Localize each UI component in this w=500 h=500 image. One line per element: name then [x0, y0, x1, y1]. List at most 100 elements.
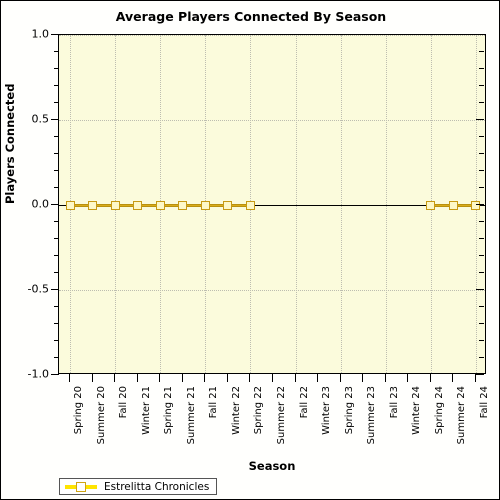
data-point-marker — [245, 200, 255, 210]
y-axis-tick-minor — [54, 357, 59, 358]
y-axis-tick-label: 0.5 — [31, 112, 50, 126]
x-axis-tick-label: Winter 24 — [411, 386, 423, 435]
y-axis-tick-minor — [54, 238, 59, 239]
y-axis-tick-minor — [54, 85, 59, 86]
y-axis-tick-minor-right — [479, 238, 484, 239]
legend-entry-label: Estrelitta Chronicles — [104, 480, 210, 493]
x-axis-tick — [226, 374, 228, 382]
y-axis-tick-minor-right — [479, 102, 484, 103]
x-axis-tick — [272, 374, 273, 382]
y-axis-tick-major-right — [476, 374, 484, 375]
chart-title: Average Players Connected By Season — [115, 9, 387, 24]
y-axis-tick-label: -0.5 — [27, 282, 49, 296]
data-point-marker — [448, 200, 458, 210]
y-axis-tick-minor — [54, 68, 59, 69]
y-axis-tick-major — [51, 119, 59, 120]
x-axis-tick — [452, 374, 454, 382]
data-point-marker — [200, 200, 210, 210]
x-axis-tick-label: Spring 23 — [343, 386, 355, 435]
x-axis-tick-label: Fall 20 — [118, 386, 130, 419]
x-axis-tick — [91, 374, 93, 382]
data-point-marker — [155, 200, 165, 210]
y-axis-tick-minor-right — [479, 357, 484, 358]
gridline-horizontal — [59, 290, 485, 291]
y-axis-tick-label: -1.0 — [27, 367, 49, 381]
x-axis-title: Season — [248, 459, 296, 473]
x-axis-tick-label: Fall 23 — [388, 386, 400, 419]
y-axis-title: Players Connected — [3, 83, 17, 204]
data-point-marker — [110, 200, 120, 210]
x-axis-tick — [429, 374, 431, 382]
y-axis-tick-major-right — [476, 119, 484, 120]
y-axis-tick-minor — [54, 272, 59, 273]
data-point-marker — [65, 200, 75, 210]
gridline-vertical — [295, 35, 297, 373]
x-axis-tick-label: Spring 20 — [73, 386, 85, 435]
y-axis-tick-minor — [54, 340, 59, 341]
y-axis-tick-minor-right — [479, 323, 484, 324]
x-axis-tick-label: Summer 23 — [366, 386, 378, 445]
y-axis-tick-major — [51, 34, 59, 35]
data-point-marker — [223, 200, 233, 210]
x-axis-tick-label: Winter 21 — [140, 386, 152, 435]
y-axis-tick-minor — [54, 102, 59, 103]
x-axis-tick-label: Summer 21 — [185, 386, 197, 445]
y-axis-tick-major — [51, 204, 59, 205]
x-axis-tick — [136, 374, 138, 382]
gridline-horizontal — [59, 120, 485, 121]
gridline-vertical — [340, 35, 342, 373]
y-axis-tick-minor — [54, 306, 59, 307]
y-axis-tick-minor-right — [479, 272, 484, 273]
x-axis-tick — [249, 374, 251, 382]
x-axis-tick-label: Spring 22 — [253, 386, 265, 435]
legend-swatch-icon — [65, 481, 97, 492]
x-axis-tick — [317, 374, 319, 382]
y-axis-tick-minor-right — [479, 306, 484, 307]
data-point-marker — [471, 200, 481, 210]
x-axis-tick-label: Summer 24 — [456, 386, 468, 445]
x-axis-tick — [362, 374, 364, 382]
chart-figure: Average Players Connected By Season Play… — [0, 0, 500, 500]
x-axis-tick — [294, 374, 296, 382]
y-axis-tick-minor-right — [479, 340, 484, 341]
x-axis-tick-label: Summer 22 — [276, 386, 287, 445]
y-axis-tick-minor-right — [479, 170, 484, 171]
x-axis-tick-label: Fall 22 — [298, 386, 310, 419]
x-axis-tick — [181, 374, 183, 382]
x-axis-tick-label: Fall 21 — [208, 386, 220, 419]
x-axis-tick — [114, 374, 116, 382]
y-axis-tick-minor-right — [479, 153, 484, 154]
x-axis-tick — [159, 374, 161, 382]
x-axis-tick — [69, 374, 71, 382]
x-axis-tick-label: Fall 24 — [478, 386, 490, 419]
chart-legend: Estrelitta Chronicles — [59, 478, 218, 495]
y-axis-tick-major — [51, 289, 59, 290]
y-axis-tick-minor-right — [479, 187, 484, 188]
y-axis-tick-minor — [54, 255, 59, 256]
x-axis-tick-label: Spring 21 — [163, 386, 175, 435]
x-axis-tick-label: Winter 23 — [321, 386, 333, 435]
y-axis-tick-minor-right — [479, 221, 484, 222]
x-axis-tick — [407, 374, 409, 382]
data-point-marker — [178, 200, 188, 210]
y-axis-tick-minor — [54, 170, 59, 171]
x-axis-tick-label: Winter 22 — [230, 386, 242, 435]
y-axis-tick-major-right — [476, 289, 484, 290]
x-axis-tick-label: Spring 24 — [433, 386, 445, 435]
y-axis-tick-major-right — [476, 34, 484, 35]
y-axis-tick-minor-right — [479, 255, 484, 256]
legend-marker — [76, 482, 86, 492]
y-axis-tick-minor-right — [479, 136, 484, 137]
y-axis-tick-minor — [54, 153, 59, 154]
gridline-vertical — [385, 35, 387, 373]
y-axis-tick-minor — [54, 323, 59, 324]
gridline-horizontal — [59, 35, 485, 36]
y-axis-tick-minor — [54, 221, 59, 222]
x-axis-tick — [339, 374, 341, 382]
x-axis-tick — [204, 374, 206, 382]
y-axis-tick-minor-right — [479, 68, 484, 69]
y-axis-tick-major-right — [476, 204, 484, 205]
data-point-marker — [133, 200, 143, 210]
data-point-marker — [426, 200, 436, 210]
x-axis-tick — [384, 374, 386, 382]
